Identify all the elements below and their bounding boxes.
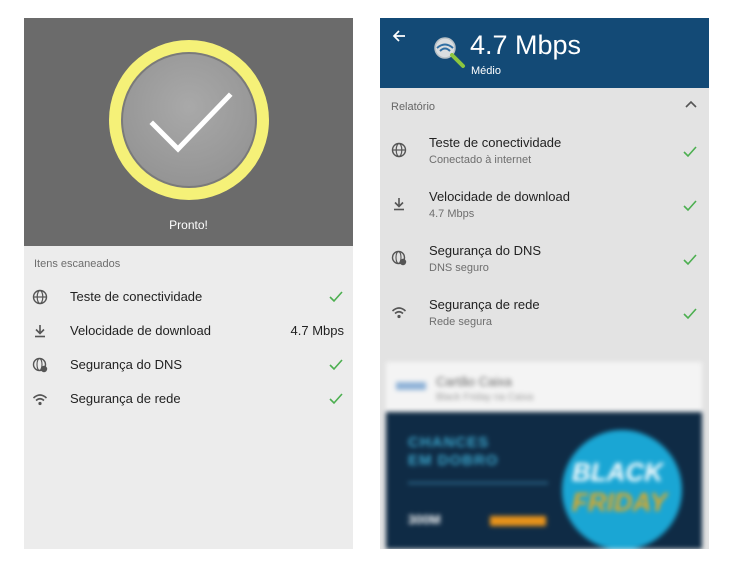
item-title: Teste de conectividade xyxy=(429,135,562,150)
download-icon xyxy=(394,198,404,211)
ad-banner-black: BLACK xyxy=(572,457,663,487)
check-icon xyxy=(683,308,697,320)
item-value: 4.7 Mbps xyxy=(290,323,344,338)
item-label: Velocidade de download xyxy=(70,323,211,338)
chevron-up-icon[interactable] xyxy=(685,99,697,109)
report-panel: 4.7 Mbps Médio Relatório Teste de conect… xyxy=(380,18,709,549)
item-subtitle: Conectado à internet xyxy=(429,154,532,166)
report-label: Relatório xyxy=(391,101,436,113)
item-subtitle: DNS seguro xyxy=(429,262,489,274)
ad-subtitle: Black Friday na Caixa xyxy=(436,392,534,403)
scan-result-hero: Pronto! xyxy=(24,18,353,246)
check-icon xyxy=(683,200,697,212)
item-label: Segurança de rede xyxy=(70,391,181,406)
speed-header: 4.7 Mbps Médio xyxy=(380,18,709,88)
report-item-download: Velocidade de download 4.7 Mbps xyxy=(380,180,709,234)
ad-banner-stripe xyxy=(408,482,548,484)
dns-globe-icon xyxy=(32,357,48,373)
scanned-item-network: Segurança de rede xyxy=(24,382,353,416)
ad-banner[interactable]: CHANCES EM DOBRO BLACK FRIDAY 300M xyxy=(386,412,702,549)
check-icon xyxy=(329,393,343,405)
speed-value: 4.7 Mbps xyxy=(470,30,582,60)
check-icon xyxy=(683,254,697,266)
ad-banner-headline: CHANCES xyxy=(408,434,490,451)
ad-banner-headline-2: EM DOBRO xyxy=(408,452,499,469)
scanned-item-download: Velocidade de download 4.7 Mbps xyxy=(24,314,353,348)
done-circle xyxy=(121,52,257,188)
download-icon xyxy=(35,325,45,338)
check-icon xyxy=(329,359,343,371)
wifi-icon xyxy=(32,394,48,406)
ad-banner-friday: FRIDAY xyxy=(572,487,667,517)
back-arrow-icon[interactable] xyxy=(392,29,406,43)
scanned-item-dns: Segurança do DNS xyxy=(24,348,353,382)
status-label: Pronto! xyxy=(169,218,208,232)
scanned-item-connectivity: Teste de conectividade xyxy=(24,280,353,314)
ad-card[interactable]: Cartão Caixa Black Friday na Caixa xyxy=(386,362,702,414)
check-icon xyxy=(683,146,697,158)
done-ring xyxy=(109,40,269,200)
item-title: Segurança de rede xyxy=(429,297,540,312)
ad-banner-button[interactable] xyxy=(490,516,546,526)
report-section-header[interactable]: Relatório xyxy=(380,93,709,117)
report-item-connectivity: Teste de conectividade Conectado à inter… xyxy=(380,126,709,180)
globe-icon xyxy=(32,289,48,305)
speed-rating: Médio xyxy=(471,65,501,77)
big-checkmark-icon xyxy=(149,92,233,153)
item-title: Velocidade de download xyxy=(429,189,570,204)
item-title: Segurança do DNS xyxy=(429,243,542,258)
scan-complete-panel: Pronto! Itens escaneados Teste de conect… xyxy=(24,18,353,549)
ad-banner-logo: 300M xyxy=(408,512,441,527)
globe-icon xyxy=(391,142,407,158)
item-subtitle: Rede segura xyxy=(429,316,492,328)
section-header: Itens escaneados xyxy=(34,258,121,270)
dns-globe-icon xyxy=(391,250,407,266)
ad-title: Cartão Caixa xyxy=(436,374,512,389)
report-item-dns: Segurança do DNS DNS seguro xyxy=(380,234,709,288)
wifi-icon xyxy=(391,307,407,319)
item-label: Teste de conectividade xyxy=(70,289,203,304)
item-label: Segurança do DNS xyxy=(70,357,183,372)
report-item-network: Segurança de rede Rede segura xyxy=(380,288,709,342)
ad-logo xyxy=(396,382,426,390)
check-icon xyxy=(329,291,343,303)
speed-magnifier-icon xyxy=(434,37,465,68)
item-subtitle: 4.7 Mbps xyxy=(429,208,475,220)
